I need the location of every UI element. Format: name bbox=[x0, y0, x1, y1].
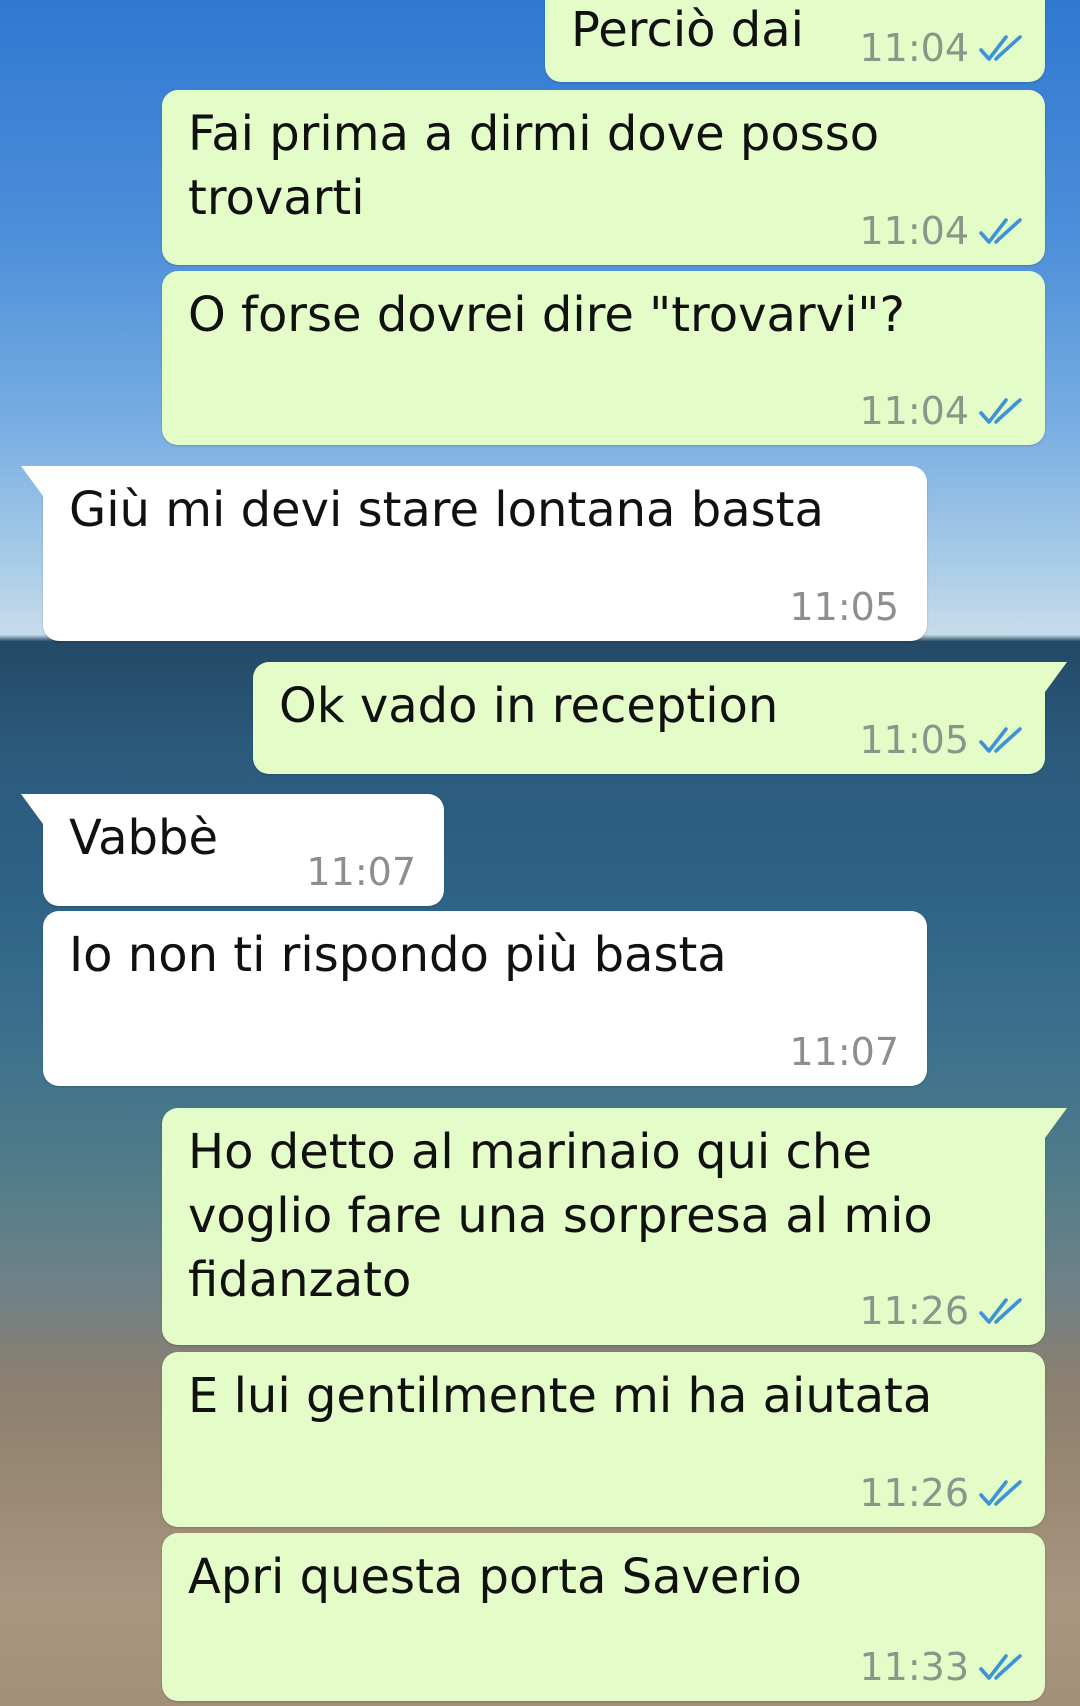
bubble-tail bbox=[1045, 662, 1067, 692]
message-meta: 11:07 bbox=[789, 1030, 899, 1074]
message-time: 11:05 bbox=[789, 585, 899, 629]
message-time: 11:04 bbox=[859, 389, 969, 433]
message-time: 11:07 bbox=[306, 850, 416, 894]
double-check-icon bbox=[979, 398, 1022, 424]
message-bubble-outgoing[interactable]: Ho detto al marinaio qui che voglio fare… bbox=[162, 1108, 1067, 1345]
message-bubble-outgoing[interactable]: O forse dovrei dire "trovarvi"? 11:04 bbox=[162, 271, 1045, 445]
message-meta: 11:26 bbox=[859, 1289, 1023, 1333]
message-time: 11:26 bbox=[859, 1289, 969, 1333]
message-time: 11:04 bbox=[859, 26, 969, 70]
double-check-icon bbox=[979, 1298, 1022, 1324]
message-meta: 11:26 bbox=[859, 1471, 1023, 1515]
message-text: O forse dovrei dire "trovarvi"? bbox=[188, 287, 905, 343]
double-check-icon bbox=[979, 35, 1022, 61]
double-check-icon bbox=[979, 727, 1022, 753]
message-bubble-incoming[interactable]: Giù mi devi stare lontana basta 11:05 bbox=[21, 466, 927, 641]
message-bubble-outgoing[interactable]: Perciò dai 11:04 bbox=[545, 0, 1045, 82]
message-text: Giù mi devi stare lontana basta bbox=[69, 482, 824, 538]
message-bubble-outgoing[interactable]: E lui gentilmente mi ha aiutata 11:26 bbox=[162, 1352, 1045, 1527]
message-meta: 11:07 bbox=[306, 850, 416, 894]
message-meta: 11:04 bbox=[859, 389, 1023, 433]
double-check-icon bbox=[979, 1654, 1022, 1680]
message-bubble-outgoing[interactable]: Fai prima a dirmi dove posso trovarti 11… bbox=[162, 90, 1045, 265]
message-text: Apri questa porta Saverio bbox=[188, 1549, 802, 1605]
message-text: Io non ti rispondo più basta bbox=[69, 927, 727, 983]
message-text: Ho detto al marinaio qui che voglio fare… bbox=[188, 1124, 933, 1308]
message-bubble-incoming[interactable]: Io non ti rispondo più basta 11:07 bbox=[43, 911, 927, 1086]
message-time: 11:05 bbox=[859, 718, 969, 762]
double-check-icon bbox=[979, 1480, 1022, 1506]
bubble-tail bbox=[21, 466, 43, 496]
message-time: 11:26 bbox=[859, 1471, 969, 1515]
bubble-tail bbox=[1045, 1108, 1067, 1138]
message-bubble-incoming[interactable]: Vabbè 11:07 bbox=[21, 794, 444, 906]
message-time: 11:04 bbox=[859, 209, 969, 253]
double-check-icon bbox=[979, 218, 1022, 244]
message-time: 11:07 bbox=[789, 1030, 899, 1074]
bubble-tail bbox=[21, 794, 43, 824]
message-time: 11:33 bbox=[859, 1645, 969, 1689]
message-meta: 11:04 bbox=[859, 26, 1023, 70]
message-meta: 11:05 bbox=[859, 718, 1023, 762]
message-meta: 11:33 bbox=[859, 1645, 1023, 1689]
message-meta: 11:04 bbox=[859, 209, 1023, 253]
message-bubble-outgoing[interactable]: Ok vado in reception 11:05 bbox=[253, 662, 1067, 774]
message-bubble-outgoing[interactable]: Apri questa porta Saverio 11:33 bbox=[162, 1533, 1045, 1701]
message-meta: 11:05 bbox=[789, 585, 899, 629]
chat-thread: Perciò dai 11:04 Fai prima a dirmi dove … bbox=[0, 0, 1080, 1706]
message-text: E lui gentilmente mi ha aiutata bbox=[188, 1368, 933, 1424]
